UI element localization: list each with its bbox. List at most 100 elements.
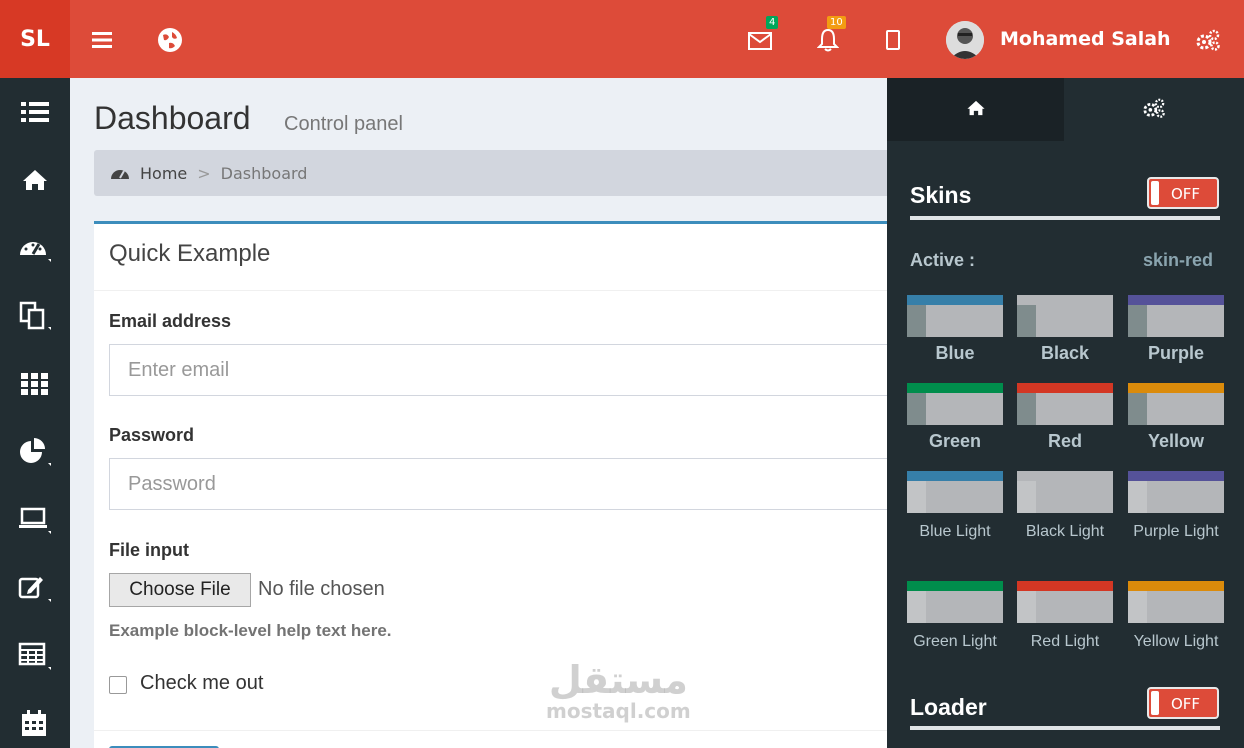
sidebar-item-tables[interactable] [0,626,70,686]
skin-name: Blue Light [919,523,991,540]
files-icon [18,301,52,331]
skin-swatch [907,581,1003,623]
file-input-label: File input [109,540,189,560]
laptop-icon [18,505,52,535]
skin-name: Red Light [1030,633,1100,650]
sidebar-item-ui[interactable] [0,490,70,550]
skin-swatch-header [1128,471,1224,481]
sidebar-item-files[interactable] [0,286,70,346]
watermark-arabic: مستقل [548,658,688,702]
mobile-icon[interactable] [882,26,904,54]
sidebar-item-dashboard[interactable] [0,218,70,278]
skin-name: Black [1040,343,1090,363]
active-skin-value: skin-red [1143,250,1214,270]
choose-file-button[interactable]: Choose File [109,573,251,607]
skin-swatch-sidebar [907,481,926,513]
skin-option[interactable]: Purple [1128,295,1224,364]
loader-toggle[interactable]: OFF [1147,687,1219,719]
skin-swatch [907,383,1003,425]
skin-name: Purple [1147,343,1204,363]
skin-swatch-header [1128,581,1224,591]
gears-icon [1142,97,1166,123]
skin-option[interactable]: Yellow [1128,383,1224,452]
skin-option[interactable]: Black [1017,295,1113,364]
table-icon [18,641,52,671]
box-footer-divider [94,730,894,731]
skin-swatch-header [907,383,1003,393]
skin-swatch-header [907,581,1003,591]
skin-option[interactable]: Blue Light [907,471,1003,545]
skin-option[interactable]: Green Light [907,581,1003,655]
email-label: Email address [109,311,232,331]
mail-count-badge: 4 [766,16,779,29]
breadcrumb-separator: > [197,163,211,183]
file-status: No file chosen [258,578,385,600]
skins-underline [910,216,1220,220]
skin-name: Green Light [913,633,997,650]
skin-swatch-sidebar [1128,591,1147,623]
skin-swatch-header [1128,383,1224,393]
breadcrumb-home[interactable]: Home [140,164,187,183]
calendar-icon [20,709,50,739]
skin-option[interactable]: Red Light [1017,581,1113,655]
quick-example-box: Quick Example Email address Password Fil… [94,221,894,748]
skin-swatch-header [907,295,1003,305]
check-me-out-checkbox[interactable] [109,676,127,694]
skin-swatch-header [1128,295,1224,305]
sidebar-item-menu[interactable] [0,82,70,142]
skins-toggle-label: OFF [1171,185,1201,203]
tab-home[interactable] [887,78,1064,141]
avatar[interactable] [946,21,984,59]
checkbox-label[interactable]: Check me out [140,672,263,695]
skin-swatch [1017,383,1113,425]
skins-heading: Skins [910,182,972,208]
skin-swatch [907,295,1003,337]
sidebar-item-forms[interactable] [0,558,70,618]
notification-count-badge: 10 [827,16,846,29]
control-sidebar: Skins OFF Active : skin-red Blue Black Pur… [887,78,1244,748]
watermark: مستقل mostaql.com [546,660,691,722]
skin-swatch [1128,383,1224,425]
skins-toggle[interactable]: OFF [1147,177,1219,209]
skin-swatch-header [1017,295,1113,305]
skin-option[interactable]: Yellow Light [1128,581,1224,655]
skin-name: Blue [935,343,975,363]
gears-icon[interactable] [1192,26,1224,54]
loader-underline [910,726,1220,730]
top-navbar: SL 4 10 Mohamed Salah [0,0,1244,78]
logo[interactable]: SL [0,0,70,78]
menu-icon[interactable] [88,26,116,54]
globe-icon[interactable] [155,26,185,54]
skin-swatch-sidebar [1017,481,1036,513]
user-name[interactable]: Mohamed Salah [1000,28,1171,50]
skin-option[interactable]: Red [1017,383,1113,452]
skin-swatch-header [907,471,1003,481]
dashboard-icon [110,165,130,181]
skin-swatch-sidebar [1017,305,1036,337]
page-title: Dashboard [94,100,251,136]
skin-option[interactable]: Black Light [1017,471,1113,545]
sidebar-item-apps[interactable] [0,354,70,414]
toggle-knob [1151,691,1159,715]
email-field[interactable] [109,344,894,396]
skin-option[interactable]: Blue [907,295,1003,364]
password-field[interactable] [109,458,894,510]
skin-swatch [1128,295,1224,337]
sidebar-item-charts[interactable] [0,422,70,482]
skin-swatch-sidebar [1017,393,1036,425]
skin-name: Red [1047,431,1082,451]
loader-heading: Loader [910,694,987,720]
sidebar-item-calendar[interactable] [0,694,70,748]
envelope-icon[interactable] [746,28,774,54]
watermark-latin: mostaql.com [546,699,691,723]
breadcrumb: Home > Dashboard [94,150,894,196]
skin-name: Yellow [1147,431,1205,451]
skin-option[interactable]: Green [907,383,1003,452]
skin-name: Yellow Light [1133,633,1219,650]
sidebar-item-home[interactable] [0,150,70,210]
main-sidebar [0,78,70,748]
tab-settings[interactable] [1064,78,1244,141]
toggle-knob [1151,181,1159,205]
skin-option[interactable]: Purple Light [1128,471,1224,545]
bell-icon[interactable] [814,26,842,54]
